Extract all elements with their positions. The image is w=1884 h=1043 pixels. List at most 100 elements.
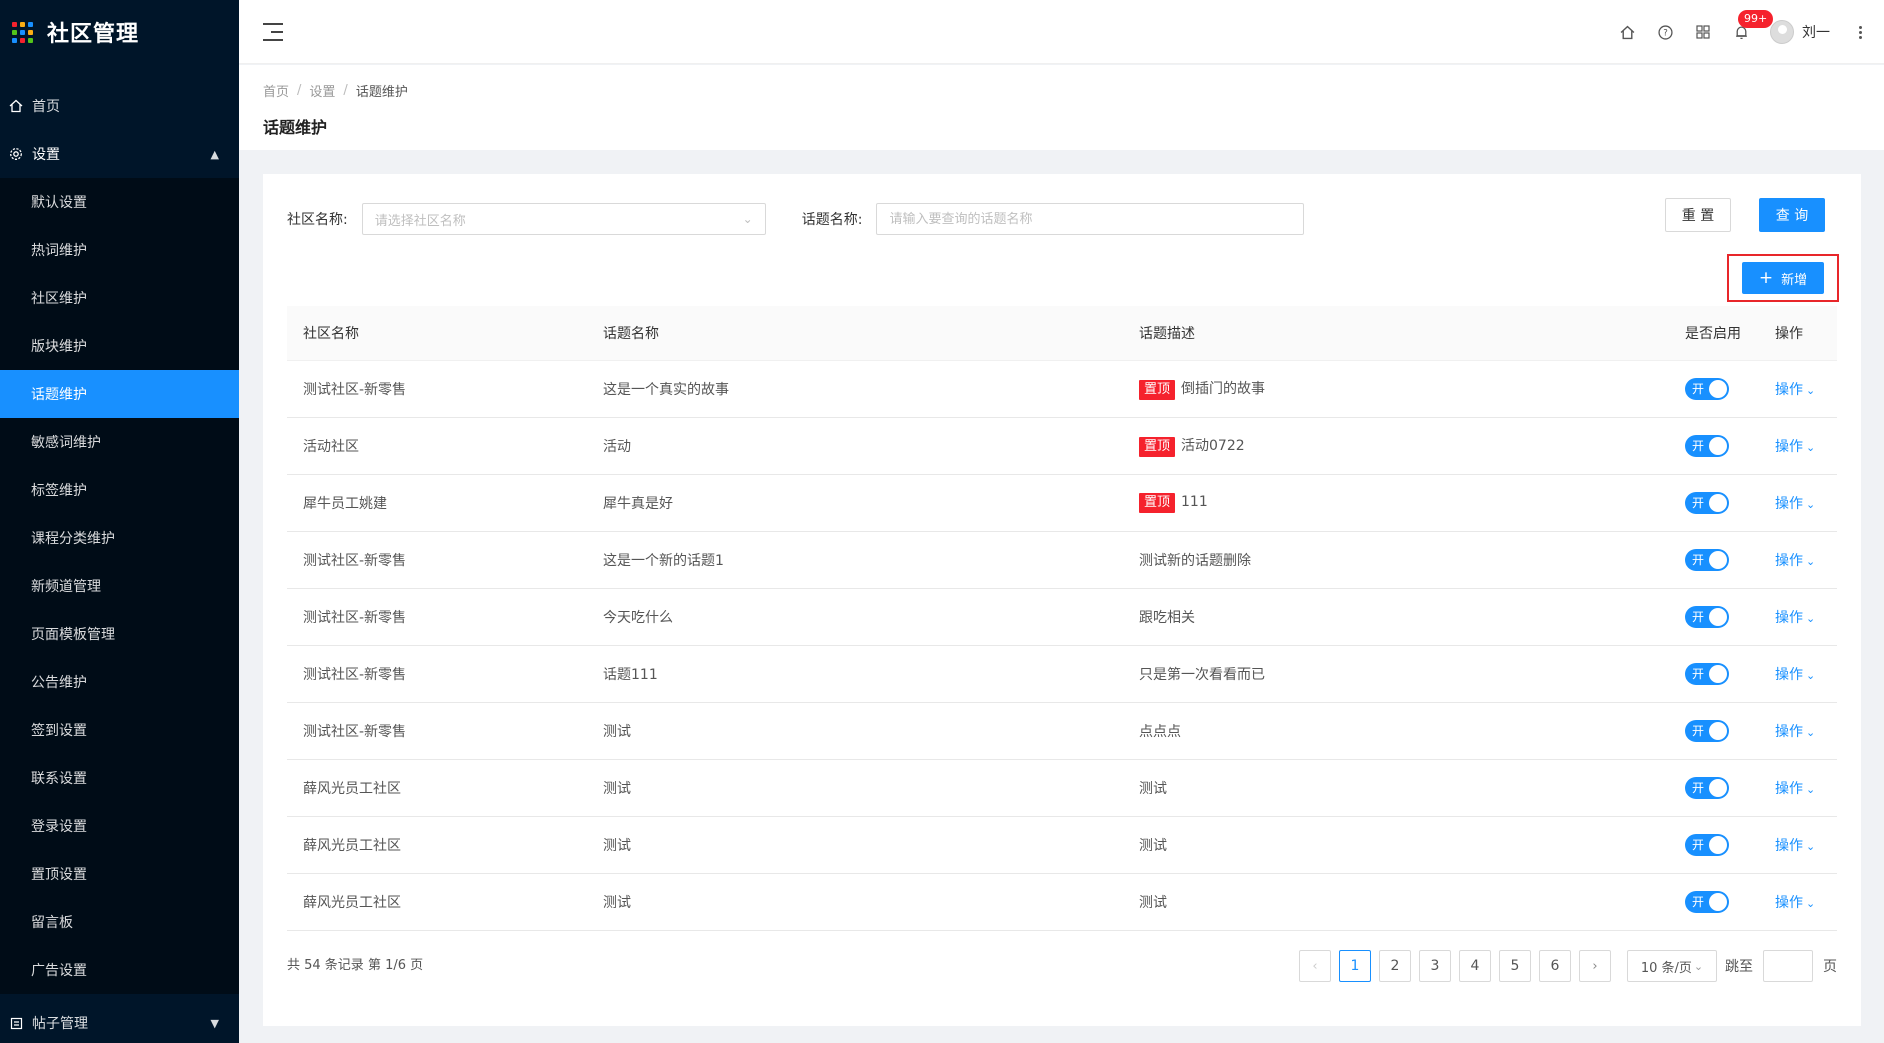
chevron-down-icon: ⌄ [1806, 383, 1816, 397]
breadcrumb-home[interactable]: 首页 [263, 81, 289, 100]
sidebar-subitem[interactable]: 版块维护 [0, 322, 239, 370]
cell-community: 薛风光员工社区 [287, 759, 587, 817]
notification-badge: 99+ [1738, 10, 1774, 28]
cell-enabled: 开 [1669, 531, 1759, 589]
actions-dropdown[interactable]: 操作 ⌄ [1775, 667, 1815, 683]
page-number-button[interactable]: 3 [1419, 950, 1451, 982]
apps-icon[interactable] [1684, 0, 1722, 64]
sidebar-subitem[interactable]: 社区维护 [0, 274, 239, 322]
enabled-switch[interactable]: 开 [1685, 890, 1729, 913]
enabled-switch[interactable]: 开 [1685, 719, 1729, 742]
switch-label: 开 [1692, 381, 1705, 396]
sidebar-subitem[interactable]: 页面模板管理 [0, 610, 239, 658]
actions-dropdown[interactable]: 操作 ⌄ [1775, 553, 1815, 569]
bell-icon[interactable]: 99+ [1722, 0, 1774, 64]
cell-description: 置顶 活动0722 [1123, 417, 1669, 475]
pagination-total: 共 54 条记录 第 1/6 页 [287, 958, 424, 973]
actions-label: 操作 [1775, 438, 1803, 455]
enabled-switch[interactable]: 开 [1685, 548, 1729, 571]
enabled-switch[interactable]: 开 [1685, 833, 1729, 856]
app-grid-icon [12, 21, 33, 43]
reset-button[interactable]: 重 置 [1665, 198, 1731, 232]
app-logo[interactable]: 社区管理 [0, 0, 239, 64]
pagination: ‹ 123456 › 10 条/页 ⌄ 跳至 页 [1291, 950, 1837, 982]
sidebar-subitem[interactable]: 新频道管理 [0, 562, 239, 610]
chevron-down-icon: ⌄ [1806, 839, 1816, 853]
topic-search-input[interactable] [876, 203, 1305, 235]
jump-page-input[interactable] [1763, 950, 1813, 982]
column-header-actions: 操作 [1759, 306, 1837, 361]
user-name[interactable]: 刘一 [1802, 22, 1830, 42]
actions-label: 操作 [1775, 666, 1803, 683]
page-number-button[interactable]: 2 [1379, 950, 1411, 982]
sidebar-subitem[interactable]: 话题维护 [0, 370, 239, 418]
sidebar-subitem[interactable]: 联系设置 [0, 754, 239, 802]
menu-fold-icon[interactable] [263, 22, 283, 41]
sidebar-subitem[interactable]: 广告设置 [0, 946, 239, 994]
sidebar-subitem[interactable]: 登录设置 [0, 802, 239, 850]
sidebar-item-settings[interactable]: 设置 ▲ [0, 130, 239, 178]
switch-label: 开 [1692, 894, 1705, 909]
chevron-down-icon: ⌄ [1806, 611, 1816, 625]
next-page-button[interactable]: › [1579, 950, 1611, 982]
page-number-button[interactable]: 1 [1339, 950, 1371, 982]
header-actions: ? 99+ 刘一 [1608, 0, 1884, 64]
actions-dropdown[interactable]: 操作 ⌄ [1775, 382, 1815, 398]
prev-page-button[interactable]: ‹ [1299, 950, 1331, 982]
cell-topic: 测试 [587, 816, 1123, 874]
more-vertical-icon[interactable] [1850, 25, 1870, 40]
cell-enabled: 开 [1669, 588, 1759, 646]
cell-actions: 操作 ⌄ [1759, 531, 1837, 589]
topic-label: 话题名称: [801, 212, 863, 228]
add-button-label: 新增 [1781, 272, 1808, 288]
page-number-button[interactable]: 4 [1459, 950, 1491, 982]
sidebar-subitem[interactable]: 课程分类维护 [0, 514, 239, 562]
actions-dropdown[interactable]: 操作 ⌄ [1775, 724, 1815, 740]
actions-dropdown[interactable]: 操作 ⌄ [1775, 781, 1815, 797]
sidebar-subitem[interactable]: 默认设置 [0, 178, 239, 226]
sidebar-subitem[interactable]: 热词维护 [0, 226, 239, 274]
sidebar-subitem[interactable]: 置顶设置 [0, 850, 239, 898]
avatar[interactable] [1770, 20, 1794, 44]
sidebar-subitem[interactable]: 公告维护 [0, 658, 239, 706]
page-title: 话题维护 [263, 118, 328, 137]
sidebar-item-home[interactable]: 首页 [0, 82, 239, 130]
sidebar-subitem[interactable]: 标签维护 [0, 466, 239, 514]
switch-label: 开 [1692, 723, 1705, 738]
sidebar-subitem[interactable]: 留言板 [0, 898, 239, 946]
actions-dropdown[interactable]: 操作 ⌄ [1775, 838, 1815, 854]
cell-description: 测试 [1123, 873, 1669, 931]
enabled-switch[interactable]: 开 [1685, 776, 1729, 799]
actions-dropdown[interactable]: 操作 ⌄ [1775, 610, 1815, 626]
add-button[interactable]: + 新增 [1742, 262, 1824, 294]
chevron-down-icon: ⌄ [1806, 497, 1816, 511]
sidebar-subitem[interactable]: 签到设置 [0, 706, 239, 754]
cell-description: 跟吃相关 [1123, 588, 1669, 646]
sidebar-item-posts[interactable]: 帖子管理 ▼ [0, 1003, 239, 1043]
enabled-switch[interactable]: 开 [1685, 491, 1729, 514]
chevron-down-icon: ⌄ [742, 212, 753, 226]
page-number-button[interactable]: 6 [1539, 950, 1571, 982]
sidebar-subitem[interactable]: 敏感词维护 [0, 418, 239, 466]
page-size-select[interactable]: 10 条/页 ⌄ [1627, 950, 1717, 982]
cell-description: 置顶 111 [1123, 474, 1669, 532]
community-select[interactable]: 请选择社区名称 ⌄ [361, 203, 766, 235]
query-button[interactable]: 查 询 [1759, 198, 1825, 232]
actions-dropdown[interactable]: 操作 ⌄ [1775, 895, 1815, 911]
actions-dropdown[interactable]: 操作 ⌄ [1775, 496, 1815, 512]
enabled-switch[interactable]: 开 [1685, 605, 1729, 628]
page-number-button[interactable]: 5 [1499, 950, 1531, 982]
actions-dropdown[interactable]: 操作 ⌄ [1775, 439, 1815, 455]
breadcrumb-settings[interactable]: 设置 [309, 81, 335, 100]
home-icon [8, 98, 24, 114]
cell-description: 测试 [1123, 759, 1669, 817]
cell-actions: 操作 ⌄ [1759, 759, 1837, 817]
jump-label: 跳至 [1725, 959, 1753, 975]
enabled-switch[interactable]: 开 [1685, 434, 1729, 457]
home-icon[interactable] [1608, 0, 1646, 64]
cell-topic: 测试 [587, 873, 1123, 931]
enabled-switch[interactable]: 开 [1685, 377, 1729, 400]
column-header-description: 话题描述 [1123, 306, 1669, 361]
help-icon[interactable]: ? [1646, 0, 1684, 64]
enabled-switch[interactable]: 开 [1685, 662, 1729, 685]
